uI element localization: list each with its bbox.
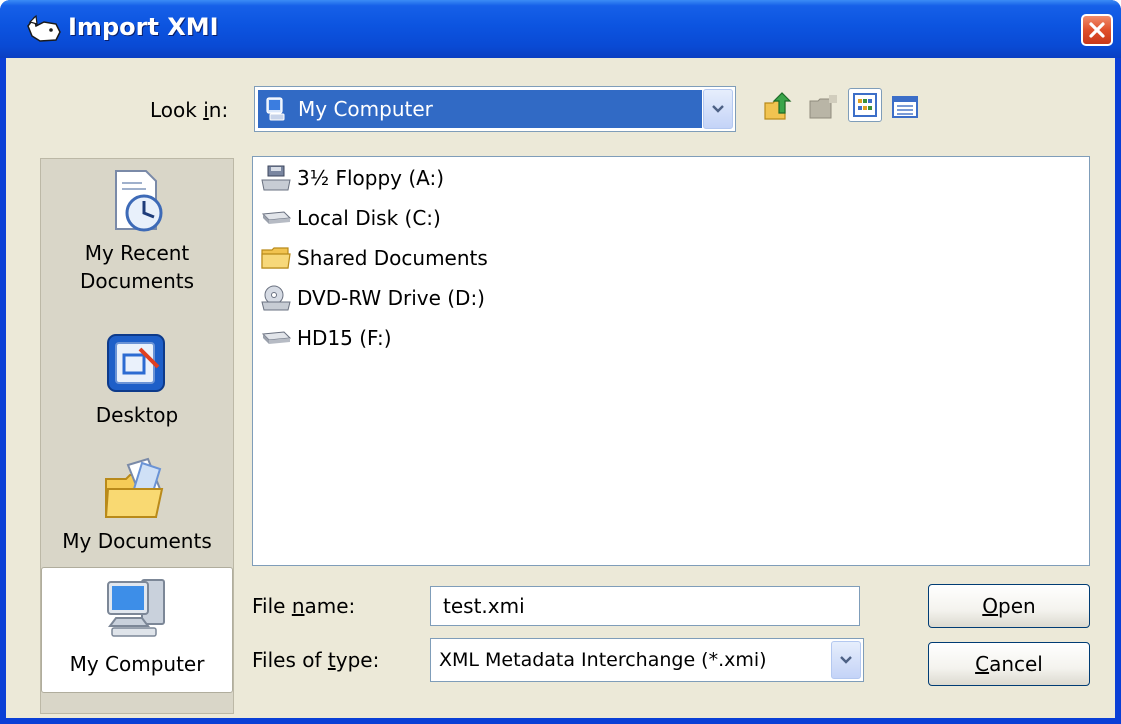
rhino-app-icon <box>27 14 61 42</box>
hard-disk-icon <box>261 331 292 344</box>
open-button[interactable]: Open <box>928 584 1090 628</box>
window-title: Import XMI <box>68 13 219 41</box>
view-list-icon <box>853 93 877 117</box>
close-icon <box>1089 22 1105 38</box>
view-menu-button[interactable] <box>848 88 882 122</box>
new-folder-icon <box>809 95 837 119</box>
place-my-computer[interactable]: My Computer <box>41 567 233 693</box>
file-type-label: Files of type: <box>252 648 380 672</box>
look-in-selected-value: My Computer <box>258 90 702 128</box>
file-name: 3½ Floppy (A:) <box>297 166 445 190</box>
place-label: My Computer <box>69 652 205 676</box>
list-item[interactable]: Local Disk (C:) <box>257 199 441 237</box>
file-name-label: File name: <box>252 594 356 618</box>
file-name: HD15 (F:) <box>297 326 392 350</box>
file-list[interactable]: 3½ Floppy (A:) Local Disk (C:) Shared Do… <box>252 156 1090 566</box>
up-folder-icon <box>764 92 792 120</box>
file-type-combobox[interactable]: XML Metadata Interchange (*.xmi) <box>430 638 864 682</box>
dvd-drive-icon <box>261 285 291 311</box>
view-details-icon <box>892 96 918 118</box>
title-bar[interactable]: Import XMI <box>0 0 1121 58</box>
list-item[interactable]: HD15 (F:) <box>257 319 392 357</box>
place-my-documents[interactable]: My Documents <box>41 455 233 557</box>
look-in-label: Look in: <box>150 98 229 122</box>
place-label-line2: Documents <box>79 269 195 293</box>
place-my-recent-documents[interactable]: My Recent Documents <box>41 167 233 297</box>
up-one-level-button[interactable] <box>760 90 794 124</box>
file-name: Local Disk (C:) <box>297 206 441 230</box>
dialog-client-area: Look in: My Computer My Recent Documents… <box>6 58 1115 718</box>
look-in-combobox[interactable]: My Computer <box>254 86 736 132</box>
file-name: DVD-RW Drive (D:) <box>297 286 485 310</box>
file-name-field[interactable]: test.xmi <box>430 586 860 626</box>
hard-disk-icon <box>261 211 292 224</box>
place-label: My Documents <box>62 529 212 553</box>
look-in-dropdown-button[interactable] <box>703 89 733 129</box>
list-item[interactable]: 3½ Floppy (A:) <box>257 159 444 197</box>
list-item[interactable]: Shared Documents <box>257 239 488 277</box>
place-label: Desktop <box>95 403 179 427</box>
my-documents-icon <box>104 457 164 518</box>
recent-documents-icon <box>115 170 163 232</box>
places-bar: My Recent Documents Desktop My Documents… <box>40 158 234 714</box>
place-desktop[interactable]: Desktop <box>41 329 233 431</box>
cancel-button[interactable]: Cancel <box>928 642 1090 686</box>
desktop-icon <box>107 334 165 392</box>
my-computer-icon <box>107 579 165 637</box>
close-button[interactable] <box>1081 14 1113 46</box>
my-computer-icon <box>266 97 285 121</box>
create-new-folder-button[interactable] <box>806 90 840 124</box>
floppy-drive-icon <box>261 165 291 191</box>
chevron-down-icon <box>840 656 852 664</box>
file-type-dropdown-button[interactable] <box>831 641 861 679</box>
file-name-value: test.xmi <box>443 594 525 618</box>
file-type-value: XML Metadata Interchange (*.xmi) <box>439 649 767 671</box>
chevron-down-icon <box>712 105 724 113</box>
import-xmi-dialog: Import XMI Look in: My Computer My Recen… <box>0 0 1121 724</box>
folder-icon <box>261 247 291 269</box>
file-name: Shared Documents <box>297 246 488 270</box>
list-item[interactable]: DVD-RW Drive (D:) <box>257 279 485 317</box>
details-view-button[interactable] <box>888 90 922 124</box>
look-in-value: My Computer <box>298 97 433 121</box>
